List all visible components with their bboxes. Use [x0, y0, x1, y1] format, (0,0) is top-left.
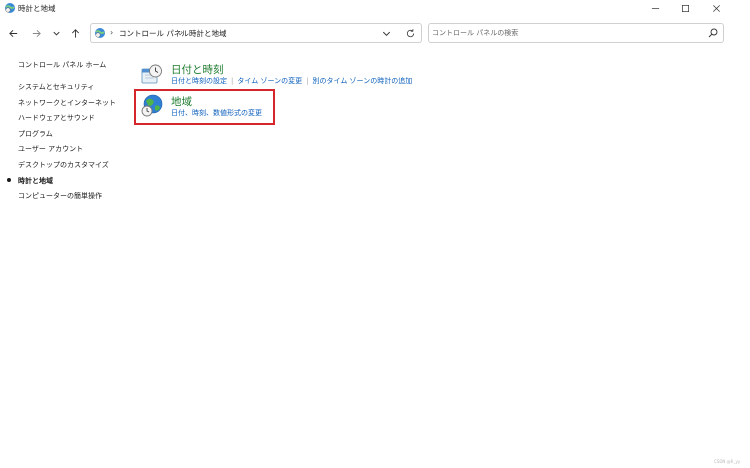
address-bar[interactable]: › コントロール パネル › 時計と地域 — [90, 23, 422, 43]
sidebar-item-hardware-sound[interactable]: ハードウェアとサウンド — [18, 113, 95, 123]
close-button[interactable] — [701, 0, 731, 16]
sidebar-item-ease-of-access[interactable]: コンピューターの簡単操作 — [18, 191, 102, 201]
link-divider: | — [306, 77, 309, 85]
arrow-left-icon — [8, 29, 17, 37]
back-button[interactable] — [5, 25, 21, 41]
link-change-time-zone[interactable]: タイム ゾーンの変更 — [237, 77, 302, 85]
maximize-icon — [681, 4, 689, 12]
category-links-date-time: 日付と時刻の設定 | タイム ゾーンの変更 | 別のタイム ゾーンの時計の追加 — [171, 76, 412, 86]
minimize-button[interactable] — [640, 0, 670, 16]
sidebar-item-programs[interactable]: プログラム — [18, 129, 53, 139]
category-title-date-time[interactable]: 日付と時刻 — [171, 62, 224, 77]
breadcrumb-clock-and-region[interactable]: 時計と地域 — [189, 28, 227, 39]
link-divider: | — [231, 77, 234, 85]
search-icon[interactable] — [708, 28, 718, 38]
maximize-button[interactable] — [670, 0, 700, 16]
search-box[interactable] — [428, 23, 724, 43]
forward-button[interactable] — [28, 25, 44, 41]
title-bar: 時計と地域 — [0, 0, 750, 16]
close-icon — [712, 4, 720, 12]
watermark: CSDN @R_yy — [714, 459, 741, 464]
control-panel-icon — [95, 28, 105, 38]
arrow-right-icon — [32, 29, 41, 37]
sidebar-item-system-security[interactable]: システムとセキュリティ — [18, 82, 94, 92]
breadcrumb-separator: › — [110, 28, 114, 37]
active-item-bullet — [7, 178, 11, 182]
chevron-down-icon[interactable] — [381, 28, 392, 39]
sidebar-item-clock-region[interactable]: 時計と地域 — [18, 176, 53, 186]
control-panel-icon — [5, 3, 15, 13]
breadcrumb-control-panel[interactable]: コントロール パネル — [119, 28, 189, 39]
sidebar-item-network-internet[interactable]: ネットワークとインターネット — [18, 98, 116, 108]
search-input[interactable] — [432, 26, 702, 40]
sidebar-item-user-accounts[interactable]: ユーザー アカウント — [18, 144, 83, 154]
refresh-icon[interactable] — [405, 28, 416, 39]
clock-calendar-icon[interactable] — [140, 62, 164, 86]
link-add-clocks[interactable]: 別のタイム ゾーンの時計の追加 — [312, 77, 412, 85]
recent-locations-button[interactable] — [48, 25, 64, 41]
link-set-date-time[interactable]: 日付と時刻の設定 — [171, 77, 227, 85]
navigation-bar: › コントロール パネル › 時計と地域 — [0, 18, 750, 48]
arrow-up-icon — [71, 28, 79, 38]
region-highlight-box — [134, 89, 275, 125]
chevron-down-icon — [52, 31, 60, 36]
breadcrumb-separator: › — [180, 28, 184, 37]
sidebar-item-appearance[interactable]: デスクトップのカスタマイズ — [18, 160, 109, 170]
sidebar-item-control-panel-home[interactable]: コントロール パネル ホーム — [18, 60, 106, 70]
window-title: 時計と地域 — [18, 4, 56, 13]
up-button[interactable] — [67, 25, 83, 41]
minimize-icon — [651, 7, 659, 9]
